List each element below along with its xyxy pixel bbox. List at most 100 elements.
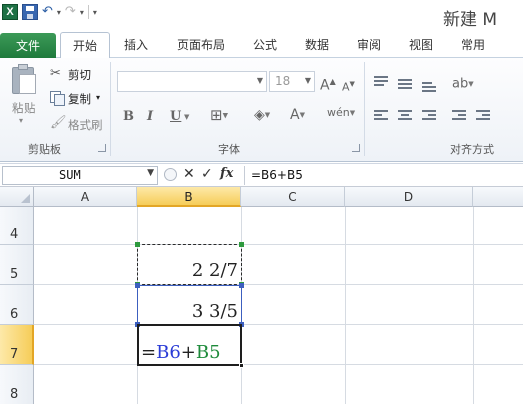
tab-common[interactable]: 常用 bbox=[452, 32, 494, 58]
underline-dropdown-icon[interactable]: ▼ bbox=[184, 109, 189, 126]
tab-formulas[interactable]: 公式 bbox=[244, 32, 286, 58]
insert-function-icon[interactable]: fx bbox=[220, 166, 233, 181]
customize-qat-icon[interactable]: ▾ bbox=[93, 8, 97, 17]
name-box-value: SUM bbox=[59, 168, 81, 182]
group-divider bbox=[364, 62, 365, 156]
enter-icon[interactable]: ✓ bbox=[201, 166, 213, 182]
name-box-dropdown-icon[interactable]: ▼ bbox=[147, 168, 154, 178]
gridline bbox=[34, 244, 523, 245]
reference-box-b6 bbox=[135, 283, 244, 327]
font-size-combo[interactable]: 18 ▼ bbox=[269, 71, 315, 92]
gridline bbox=[34, 364, 523, 365]
tab-home[interactable]: 开始 bbox=[60, 32, 110, 59]
formula-ref-b5: B5 bbox=[195, 342, 221, 363]
paste-label-1[interactable]: 粘 bbox=[12, 100, 24, 116]
title-bar: X ↶ ▾ ↷ ▾ ▾ 新建 M bbox=[0, 0, 523, 30]
font-launcher-icon[interactable] bbox=[352, 144, 360, 152]
clipboard-launcher-icon[interactable] bbox=[98, 144, 106, 152]
align-left-icon[interactable] bbox=[374, 110, 388, 122]
group-divider bbox=[110, 62, 111, 156]
column-header-e[interactable] bbox=[473, 187, 523, 207]
redo-dropdown-icon[interactable]: ▾ bbox=[80, 8, 84, 17]
align-middle-icon[interactable] bbox=[398, 79, 412, 91]
qat-divider bbox=[87, 5, 89, 19]
formula-input[interactable]: =B6+B5 bbox=[244, 166, 523, 185]
row-header-7[interactable]: 7 bbox=[0, 325, 34, 365]
font-name-combo[interactable]: ▼ bbox=[117, 71, 267, 92]
clipboard-group-label: 剪贴板 bbox=[28, 143, 61, 156]
font-color-icon[interactable]: A▼ bbox=[290, 107, 305, 123]
column-header-b[interactable]: B bbox=[137, 187, 241, 207]
formula-bar: SUM ▼ ✕ ✓ fx =B6+B5 bbox=[0, 163, 523, 187]
copy-icon[interactable] bbox=[50, 91, 65, 106]
cancel-icon[interactable]: ✕ bbox=[183, 166, 195, 182]
fill-color-icon[interactable]: ◈▼ bbox=[254, 107, 270, 123]
font-size-value: 18 bbox=[275, 74, 291, 88]
fill-handle[interactable] bbox=[239, 363, 244, 368]
row-header-8[interactable]: 8 bbox=[0, 365, 34, 404]
formula-value: =B6+B5 bbox=[251, 168, 303, 182]
quick-access-toolbar: X ↶ ▾ ↷ ▾ ▾ bbox=[2, 3, 97, 21]
shrink-font-icon[interactable]: A▼ bbox=[342, 76, 355, 96]
phonetic-icon[interactable]: wén▼ bbox=[327, 105, 355, 121]
grow-font-icon[interactable]: A▲ bbox=[320, 74, 336, 94]
save-icon[interactable] bbox=[22, 4, 38, 20]
gridline bbox=[473, 207, 474, 404]
font-name-dropdown-icon[interactable]: ▼ bbox=[257, 76, 263, 85]
underline-button[interactable]: U bbox=[170, 109, 181, 125]
copy-button[interactable]: 复制 bbox=[68, 91, 91, 107]
cut-button[interactable]: 剪切 bbox=[68, 67, 91, 83]
align-bottom-icon[interactable] bbox=[422, 82, 436, 94]
formula-operator: + bbox=[180, 342, 196, 363]
align-right-icon[interactable] bbox=[422, 110, 436, 122]
decrease-indent-icon[interactable] bbox=[452, 110, 466, 122]
name-box[interactable]: SUM ▼ bbox=[2, 166, 158, 185]
font-group-label: 字体 bbox=[218, 143, 240, 156]
gridline bbox=[34, 284, 523, 285]
select-all-button[interactable] bbox=[0, 187, 34, 207]
paste-dropdown-icon[interactable]: ▾ bbox=[19, 116, 23, 125]
tab-view[interactable]: 视图 bbox=[400, 32, 442, 58]
scissors-icon[interactable]: ✂ bbox=[50, 67, 64, 81]
font-size-dropdown-icon[interactable]: ▼ bbox=[305, 76, 311, 85]
column-header-d[interactable]: D bbox=[345, 187, 473, 207]
reference-marquee-b5 bbox=[135, 242, 244, 287]
row-header-5[interactable]: 5 bbox=[0, 245, 34, 285]
undo-dropdown-icon[interactable]: ▾ bbox=[57, 8, 61, 17]
gridline bbox=[34, 324, 523, 325]
paste-label-2[interactable]: 贴 bbox=[24, 100, 36, 116]
gridline bbox=[345, 207, 346, 404]
paste-icon[interactable] bbox=[10, 64, 38, 96]
ribbon-tabs: 文件 开始 插入 页面布局 公式 数据 审阅 视图 常用 bbox=[0, 30, 523, 59]
align-center-icon[interactable] bbox=[398, 110, 412, 122]
tab-page-layout[interactable]: 页面布局 bbox=[166, 32, 236, 58]
format-painter-icon[interactable]: 🖌 bbox=[50, 116, 67, 130]
cell-b7-formula[interactable]: =B6+B5 bbox=[141, 342, 221, 363]
undo-icon[interactable]: ↶ bbox=[42, 4, 53, 20]
copy-dropdown-icon[interactable]: ▾ bbox=[96, 93, 100, 102]
align-top-icon[interactable] bbox=[374, 76, 388, 88]
border-icon[interactable]: ⊞▼ bbox=[210, 107, 228, 124]
column-header-a[interactable]: A bbox=[34, 187, 137, 207]
row-header-6[interactable]: 6 bbox=[0, 285, 34, 325]
alignment-group-label: 对齐方式 bbox=[450, 143, 494, 156]
formula-controls: ✕ ✓ fx bbox=[160, 166, 242, 185]
tab-review[interactable]: 审阅 bbox=[348, 32, 390, 58]
formula-ref-b6: B6 bbox=[156, 342, 181, 363]
bold-button[interactable]: B bbox=[123, 109, 134, 125]
tab-insert[interactable]: 插入 bbox=[114, 32, 158, 58]
increase-indent-icon[interactable] bbox=[476, 110, 490, 122]
orientation-icon[interactable]: ab▼ bbox=[452, 76, 474, 93]
formula-equals: = bbox=[141, 342, 157, 363]
row-header-4[interactable]: 4 bbox=[0, 207, 34, 245]
format-painter-button[interactable]: 格式刷 bbox=[68, 117, 103, 133]
tab-file[interactable]: 文件 bbox=[0, 33, 56, 58]
column-header-c[interactable]: C bbox=[241, 187, 345, 207]
excel-icon[interactable]: X bbox=[2, 4, 18, 20]
expand-icon[interactable] bbox=[164, 168, 177, 181]
tab-data[interactable]: 数据 bbox=[296, 32, 338, 58]
redo-icon[interactable]: ↷ bbox=[65, 4, 76, 20]
italic-button[interactable]: I bbox=[147, 109, 153, 125]
worksheet-grid[interactable]: A B C D 4 5 6 7 8 2 2/7 3 3/5 =B6+B5 bbox=[0, 187, 523, 404]
ribbon-home: 粘 贴 ▾ ✂ 剪切 复制 ▾ 🖌 格式刷 剪贴板 ▼ 18 ▼ A▲ A▼ B… bbox=[0, 58, 523, 162]
